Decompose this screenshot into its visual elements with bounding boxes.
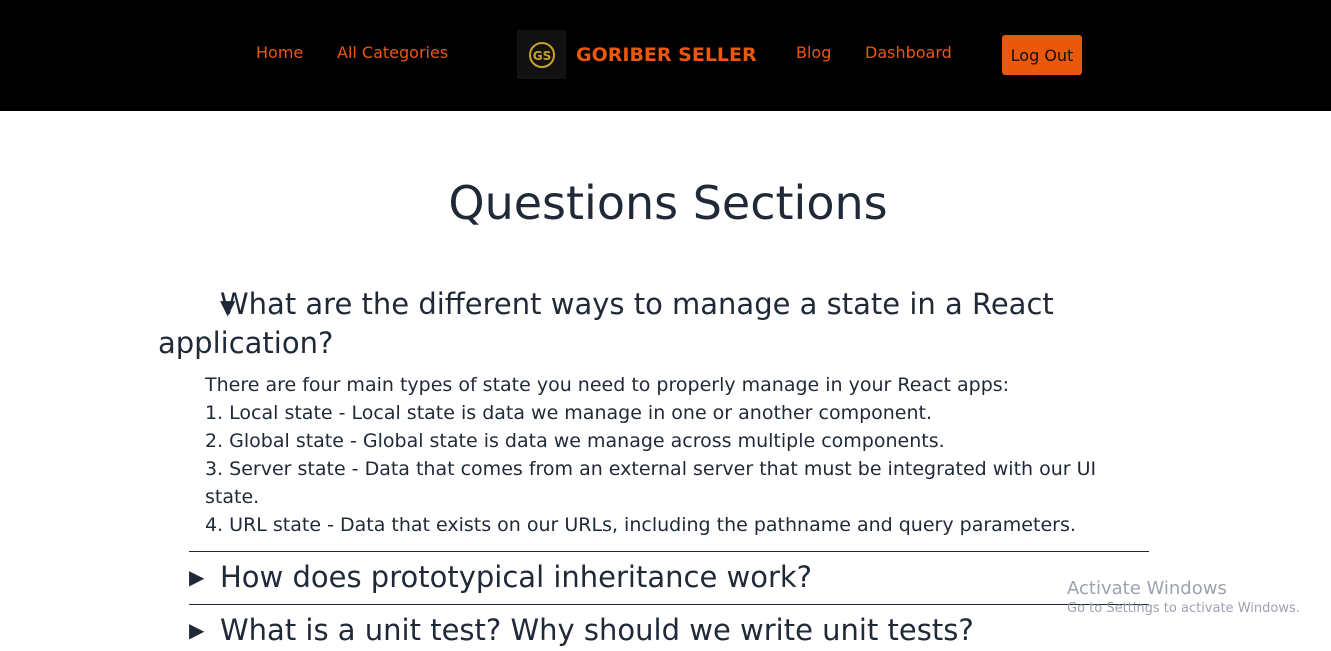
faq-summary-state-management[interactable]: ▼What are the different ways to manage a… (158, 286, 1149, 361)
faq-summary-prototypical-inheritance[interactable]: ▶ How does prototypical inheritance work… (189, 559, 1149, 595)
gs-logo-icon: GS (528, 41, 555, 68)
logo-monogram: GS (532, 49, 551, 63)
caret-right-icon: ▶ (189, 618, 205, 642)
faq-item-unit-test: ▶ What is a unit test? Why should we wri… (189, 612, 1149, 648)
caret-down-icon: ▼ (220, 295, 236, 319)
answer-line: There are four main types of state you n… (205, 374, 1010, 396)
nav-link-blog[interactable]: Blog (796, 43, 831, 62)
faq-question-text: How does prototypical inheritance work? (220, 560, 813, 594)
faq-question: ▼What are the different ways to manage a… (158, 286, 1149, 361)
nav-link-home[interactable]: Home (256, 43, 303, 62)
faq-item-prototypical-inheritance: ▶ How does prototypical inheritance work… (189, 559, 1149, 595)
faq-summary-unit-test[interactable]: ▶ What is a unit test? Why should we wri… (189, 612, 1149, 648)
nav-link-dashboard[interactable]: Dashboard (865, 43, 952, 62)
answer-line: 2. Global state - Global state is data w… (205, 430, 945, 452)
faq-question-text: What is a unit test? Why should we write… (220, 613, 974, 647)
page-title: Questions Sections (448, 176, 888, 230)
answer-line: 3. Server state - Data that comes from a… (205, 458, 1097, 508)
nav-link-all-categories[interactable]: All Categories (337, 43, 448, 62)
faq-divider (189, 551, 1149, 552)
faq-item-state-management: ▼What are the different ways to manage a… (158, 286, 1149, 539)
brand-home-link[interactable]: GS GORIBER SELLER (517, 30, 757, 79)
top-navbar: Home All Categories GS GORIBER SELLER Bl… (0, 0, 1331, 111)
faq-divider (189, 604, 1149, 605)
logout-button[interactable]: Log Out (1002, 35, 1082, 75)
faq-question-text: What are the different ways to manage a … (158, 287, 1054, 360)
answer-line: 1. Local state - Local state is data we … (205, 402, 933, 424)
brand-logo-icon: GS (517, 30, 566, 79)
caret-right-icon: ▶ (189, 565, 205, 589)
brand-name: GORIBER SELLER (576, 43, 757, 66)
answer-line: 4. URL state - Data that exists on our U… (205, 514, 1076, 536)
faq-answer: There are four main types of state you n… (205, 371, 1145, 539)
